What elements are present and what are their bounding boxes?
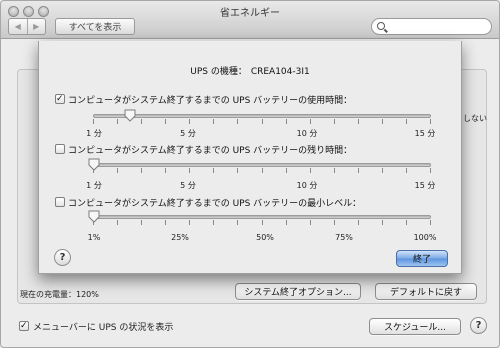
remaining-time-slider-thumb[interactable] — [88, 158, 100, 171]
slider-tick — [357, 168, 359, 173]
slider-tick — [285, 168, 287, 173]
slider-tick — [237, 220, 239, 225]
slider-tick — [381, 168, 383, 173]
slider-tick — [405, 119, 407, 124]
slider-tick — [405, 168, 407, 173]
slider-tick — [165, 220, 167, 225]
sheet-help-icon[interactable]: ? — [54, 249, 71, 266]
usage-time-tick-marks — [93, 119, 431, 124]
slider-tick — [333, 220, 335, 225]
slider-tick — [333, 119, 335, 124]
slider-tick — [213, 168, 215, 173]
menubar-status-checkbox[interactable] — [19, 321, 29, 331]
search-field[interactable] — [371, 18, 492, 35]
minimum-level-tick-label-75: 75% — [335, 233, 353, 242]
slider-tick — [165, 119, 167, 124]
window-title: 省エネルギー — [220, 8, 280, 19]
slider-tick — [381, 119, 383, 124]
slider-tick — [141, 220, 143, 225]
usage-time-tick-label-1: 1 分 — [86, 129, 102, 138]
usage-time-tick-label-15: 15 分 — [414, 129, 436, 138]
slider-tick — [213, 119, 215, 124]
remaining-time-label: コンピュータがシステム終了するまでの UPS バッテリーの残り時間： — [68, 146, 353, 156]
restore-defaults-button[interactable]: デフォルトに戻す — [375, 283, 477, 300]
slider-tick — [405, 220, 407, 225]
remaining-time-checkbox[interactable] — [55, 144, 65, 154]
slider-tick — [357, 119, 359, 124]
show-all-button[interactable]: すべてを表示 — [55, 18, 135, 35]
remaining-time-tick-marks — [93, 168, 431, 173]
search-icon — [377, 22, 385, 30]
slider-tick — [189, 119, 191, 124]
slider-tick — [430, 220, 431, 225]
slider-tick — [357, 220, 359, 225]
background-fragment-text: しない — [463, 114, 487, 123]
slider-tick — [381, 220, 383, 225]
usage-time-checkbox[interactable] — [55, 94, 65, 104]
slider-tick — [430, 119, 431, 124]
minimum-level-tick-marks — [93, 220, 431, 225]
slider-tick — [261, 119, 263, 124]
current-charge-label: 現在の充電量：120% — [20, 290, 99, 299]
minimum-level-checkbox[interactable] — [55, 197, 65, 207]
slider-tick — [93, 119, 94, 124]
slider-tick — [117, 119, 119, 124]
minimum-level-tick-label-1: 1% — [87, 233, 101, 242]
remaining-time-slider-track[interactable] — [93, 163, 431, 167]
slider-tick — [309, 119, 311, 124]
usage-time-slider-thumb[interactable] — [124, 109, 136, 122]
preferences-window: 省エネルギー ◀ ▶ すべてを表示 しない 現在の充電量：120% システム終了… — [0, 0, 500, 348]
shutdown-options-button[interactable]: システム終了オプション... — [235, 283, 361, 300]
slider-tick — [189, 168, 191, 173]
slider-tick — [165, 168, 167, 173]
slider-tick — [141, 119, 143, 124]
forward-arrow-icon[interactable]: ▶ — [26, 19, 46, 34]
ups-options-sheet: UPS の機種：CREA104-3I1 コンピュータがシステム終了するまでの U… — [38, 41, 462, 274]
slider-tick — [141, 168, 143, 173]
back-arrow-icon[interactable]: ◀ — [9, 19, 27, 34]
usage-time-slider-track[interactable] — [93, 114, 431, 118]
minimum-level-tick-label-100: 100% — [413, 233, 437, 242]
slider-tick — [333, 168, 335, 173]
usage-time-label: コンピュータがシステム終了するまでの UPS バッテリーの使用時間： — [68, 96, 353, 106]
usage-time-tick-label-5: 5 分 — [180, 129, 196, 138]
title-bar: 省エネルギー ◀ ▶ すべてを表示 — [1, 1, 499, 39]
back-forward-control: ◀ ▶ — [8, 18, 46, 35]
minimum-level-label: コンピュータがシステム終了するまでの UPS バッテリーの最小レベル： — [68, 199, 362, 209]
slider-tick — [285, 220, 287, 225]
minimum-level-tick-label-25: 25% — [171, 233, 189, 242]
ups-model-label: UPS の機種： — [190, 67, 247, 77]
slider-tick — [261, 168, 263, 173]
slider-tick — [309, 168, 311, 173]
ups-model-value: CREA104-3I1 — [250, 67, 310, 77]
minimum-level-tick-label-50: 50% — [256, 233, 274, 242]
ups-model-row: UPS の機種： CREA104-3I1 — [39, 64, 461, 77]
menubar-status-label: メニューバーに UPS の状況を表示 — [33, 323, 174, 333]
slider-tick — [213, 220, 215, 225]
slider-tick — [430, 168, 431, 173]
slider-tick — [309, 220, 311, 225]
remaining-time-tick-label-1: 1 分 — [86, 181, 102, 190]
slider-tick — [117, 220, 119, 225]
minimum-level-slider-thumb[interactable] — [88, 210, 100, 223]
remaining-time-tick-label-10: 10 分 — [296, 181, 318, 190]
remaining-time-tick-label-15: 15 分 — [414, 181, 436, 190]
slider-tick — [237, 168, 239, 173]
slider-tick — [261, 220, 263, 225]
usage-time-tick-label-10: 10 分 — [296, 129, 318, 138]
done-button[interactable]: 終了 — [396, 250, 448, 267]
remaining-time-tick-label-5: 5 分 — [180, 181, 196, 190]
slider-tick — [189, 220, 191, 225]
slider-tick — [285, 119, 287, 124]
schedule-button[interactable]: スケジュール... — [369, 318, 461, 335]
slider-tick — [237, 119, 239, 124]
slider-tick — [117, 168, 119, 173]
minimum-level-slider-track[interactable] — [93, 215, 431, 219]
help-icon[interactable]: ? — [470, 317, 487, 334]
